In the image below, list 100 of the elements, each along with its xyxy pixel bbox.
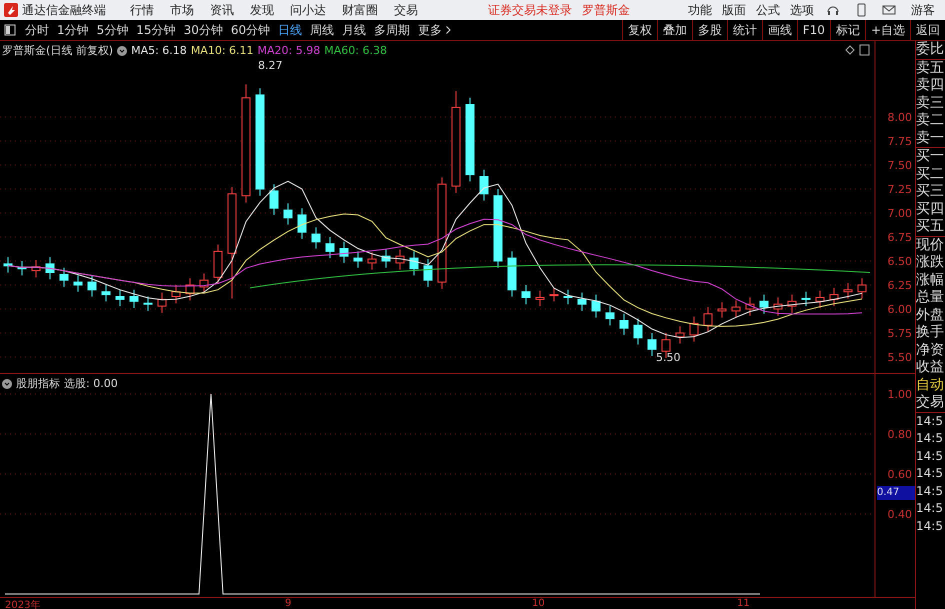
toolbar-button[interactable]: 标记 xyxy=(830,20,865,40)
candlestick xyxy=(676,326,684,344)
quote-label: 总量 xyxy=(916,289,945,306)
candlestick xyxy=(802,291,810,307)
low-price-label: 5.50 xyxy=(656,351,680,364)
quote-label: 卖四 xyxy=(916,77,945,94)
axis-label: 0.60 xyxy=(888,468,912,481)
toolbar-button[interactable]: 多股 xyxy=(692,20,727,40)
login-status[interactable]: 证券交易未登录 xyxy=(488,2,572,18)
axis-label: 1.00 xyxy=(888,388,912,401)
candlestick xyxy=(788,294,796,314)
axis-label: 7.75 xyxy=(888,135,912,148)
user-label[interactable]: 游客 xyxy=(905,2,941,18)
candlestick xyxy=(858,278,866,299)
toolbar-button[interactable]: +自选 xyxy=(864,20,910,40)
axis-label: 7.00 xyxy=(888,207,912,220)
candlestick xyxy=(550,287,558,302)
dropdown-icon[interactable] xyxy=(117,46,128,56)
candlestick xyxy=(522,284,530,305)
period-tab[interactable]: 日线 xyxy=(274,22,306,38)
menu-item[interactable]: 版面 xyxy=(719,2,749,18)
moving-average-value: MA60: 6.38 xyxy=(324,44,387,57)
period-tab[interactable]: 15分钟 xyxy=(132,22,180,38)
dropdown-icon[interactable] xyxy=(2,378,12,388)
menu-item[interactable]: 发现 xyxy=(244,2,280,18)
menu-item[interactable]: 资讯 xyxy=(204,2,240,18)
candlestick xyxy=(172,284,180,304)
quote-label: 涨幅 xyxy=(916,272,945,289)
stock-name: 罗普斯金 xyxy=(582,2,630,18)
candlestick xyxy=(410,250,418,276)
menu-item[interactable]: 功能 xyxy=(685,2,715,18)
axis-label: 7.50 xyxy=(888,159,912,172)
candlestick xyxy=(326,236,334,259)
candlestick xyxy=(60,267,68,288)
menu-item[interactable]: 交易 xyxy=(388,2,424,18)
quote-label: 净资 xyxy=(916,342,945,359)
quote-label: 涨跌 xyxy=(916,254,945,272)
period-tab[interactable]: 月线 xyxy=(338,22,370,38)
toolbar-button[interactable]: 复权 xyxy=(622,20,657,40)
period-tab[interactable]: 分时 xyxy=(21,22,53,38)
axis-label: 0.40 xyxy=(888,508,912,521)
panel-toggle-icon[interactable] xyxy=(860,44,870,56)
toolbar-button[interactable]: 统计 xyxy=(726,20,762,40)
candlestick xyxy=(354,250,362,268)
menu-item[interactable]: 公式 xyxy=(753,2,783,18)
candlestick xyxy=(116,289,124,307)
auto-label[interactable]: 自动 xyxy=(916,376,945,394)
quote-label: 买三 xyxy=(916,183,945,200)
candlestick xyxy=(816,290,824,309)
period-tab[interactable]: 60分钟 xyxy=(226,22,274,38)
quote-label: 卖三 xyxy=(916,94,945,112)
candlestick xyxy=(774,296,782,316)
candlestick xyxy=(32,260,40,278)
toolbar-button[interactable]: F10 xyxy=(796,20,830,40)
trade-time: 14:5 xyxy=(916,412,944,430)
candlestick xyxy=(312,226,320,250)
period-tab[interactable]: 5分钟 xyxy=(92,22,132,38)
quote-label: 买二 xyxy=(916,166,945,183)
toolbar-button[interactable]: 返回 xyxy=(910,20,945,40)
toolbar-button[interactable]: 画线 xyxy=(762,20,797,40)
candlestick xyxy=(424,258,432,288)
period-tab[interactable]: 30分钟 xyxy=(180,22,227,38)
period-tab[interactable]: 周线 xyxy=(306,22,338,38)
candlestick xyxy=(718,302,726,318)
more-button[interactable]: 更多 xyxy=(414,22,446,38)
candlestick xyxy=(578,292,586,312)
period-tab[interactable]: 1分钟 xyxy=(53,22,93,38)
date-label: 2023年 xyxy=(5,599,40,609)
candlestick xyxy=(200,272,208,294)
candlestick xyxy=(564,289,572,305)
quote-label: 委比 xyxy=(916,41,945,60)
candlestick xyxy=(634,318,642,346)
candlestick xyxy=(270,184,278,216)
indicator-title: 股朋指标 xyxy=(16,376,60,391)
moving-average-value: MA20: 5.98 xyxy=(258,44,320,57)
menu-item[interactable]: 问小达 xyxy=(284,2,332,18)
trade-time: 14:5 xyxy=(916,465,944,482)
candlestick xyxy=(368,252,376,270)
candlestick xyxy=(340,241,348,264)
menu-item[interactable]: 选项 xyxy=(787,2,817,18)
period-tab[interactable]: 多周期 xyxy=(370,22,414,38)
mail-icon[interactable] xyxy=(882,3,896,17)
axis-label: 7.25 xyxy=(888,183,912,196)
axis-label: 6.25 xyxy=(888,279,912,292)
quote-label: 收益 xyxy=(916,359,945,376)
chevron-right-icon[interactable] xyxy=(446,26,452,34)
candlestick xyxy=(130,289,138,309)
axis-label: 5.50 xyxy=(888,351,912,364)
axis-label: 6.50 xyxy=(888,255,912,268)
toolbar-button[interactable]: 叠加 xyxy=(656,20,692,40)
candlestick xyxy=(88,274,96,298)
menu-item[interactable]: 市场 xyxy=(164,2,200,18)
trade-time: 14:5 xyxy=(916,482,944,500)
app-title: 通达信金融终端 xyxy=(22,2,106,18)
menu-item[interactable]: 行情 xyxy=(124,2,160,18)
candlestick xyxy=(480,169,488,202)
panel-toggle-icon[interactable] xyxy=(4,24,16,36)
diamond-icon[interactable] xyxy=(845,45,855,55)
menu-item[interactable]: 财富圈 xyxy=(336,2,384,18)
quote-label: 买一 xyxy=(916,148,945,166)
